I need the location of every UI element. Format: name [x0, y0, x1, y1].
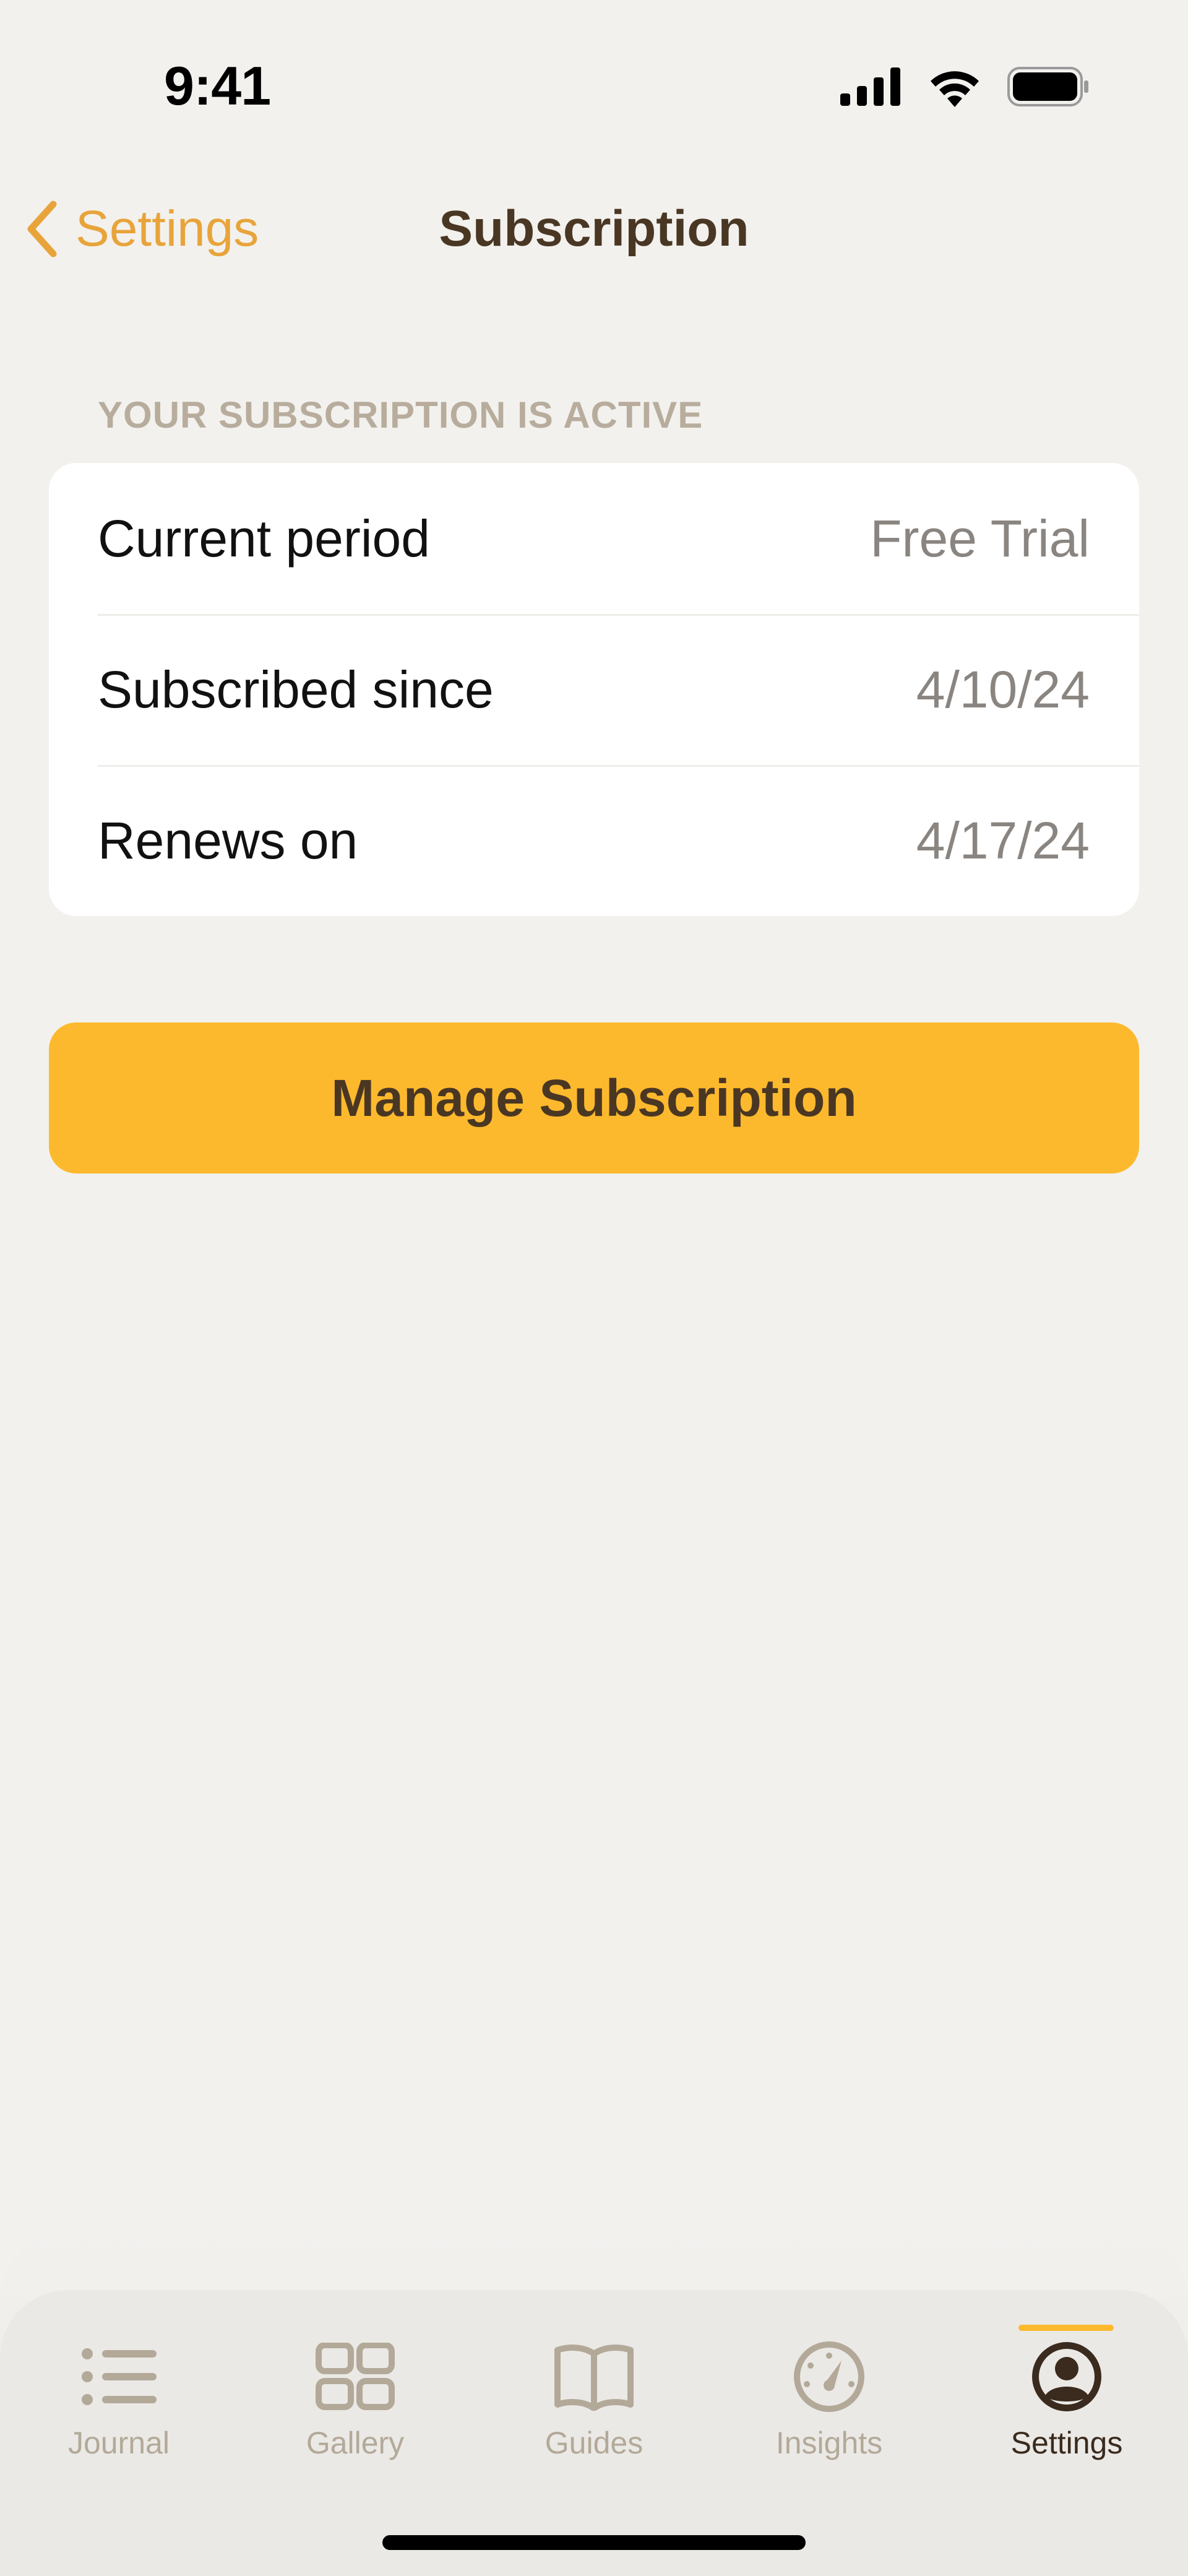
tab-guides[interactable]: Guides [495, 2333, 693, 2482]
tab-label: Settings [1010, 2426, 1123, 2460]
navigation-bar: Settings Subscription [0, 186, 1188, 272]
cellular-signal-icon [840, 67, 900, 106]
gauge-icon [786, 2333, 872, 2420]
battery-icon [1007, 67, 1088, 106]
wifi-icon [931, 71, 979, 107]
row-label: Current period [98, 509, 430, 568]
book-icon [551, 2333, 637, 2420]
grid-icon [312, 2333, 398, 2420]
row-current-period: Current period Free Trial [49, 463, 1139, 614]
list-icon [75, 2333, 162, 2420]
page-title: Subscription [439, 201, 749, 257]
tab-label: Journal [68, 2426, 170, 2460]
subscription-details-card: Current period Free Trial Subscribed sin… [49, 463, 1139, 916]
tab-insights[interactable]: Insights [730, 2333, 928, 2482]
section-header: YOUR SUBSCRIPTION IS ACTIVE [98, 394, 704, 436]
status-bar: 9:41 [0, 0, 1188, 161]
row-value: 4/17/24 [916, 811, 1090, 870]
row-label: Renews on [98, 811, 358, 870]
tab-journal[interactable]: Journal [20, 2333, 218, 2482]
manage-subscription-button[interactable]: Manage Subscription [49, 1022, 1139, 1173]
tab-label: Insights [775, 2426, 883, 2460]
home-indicator[interactable] [382, 2535, 806, 2550]
status-time: 9:41 [164, 55, 271, 116]
row-label: Subscribed since [98, 660, 494, 719]
row-value: Free Trial [870, 509, 1090, 568]
tab-label: Guides [544, 2426, 644, 2460]
row-value: 4/10/24 [916, 660, 1090, 719]
tab-label: Gallery [306, 2426, 405, 2460]
person-circle-icon [1023, 2333, 1110, 2420]
status-icons [840, 65, 1089, 108]
row-renews-on: Renews on 4/17/24 [49, 765, 1139, 916]
row-subscribed-since: Subscribed since 4/10/24 [49, 614, 1139, 765]
tab-settings[interactable]: Settings [968, 2333, 1166, 2482]
tab-gallery[interactable]: Gallery [256, 2333, 454, 2482]
active-tab-indicator [1018, 2325, 1114, 2331]
